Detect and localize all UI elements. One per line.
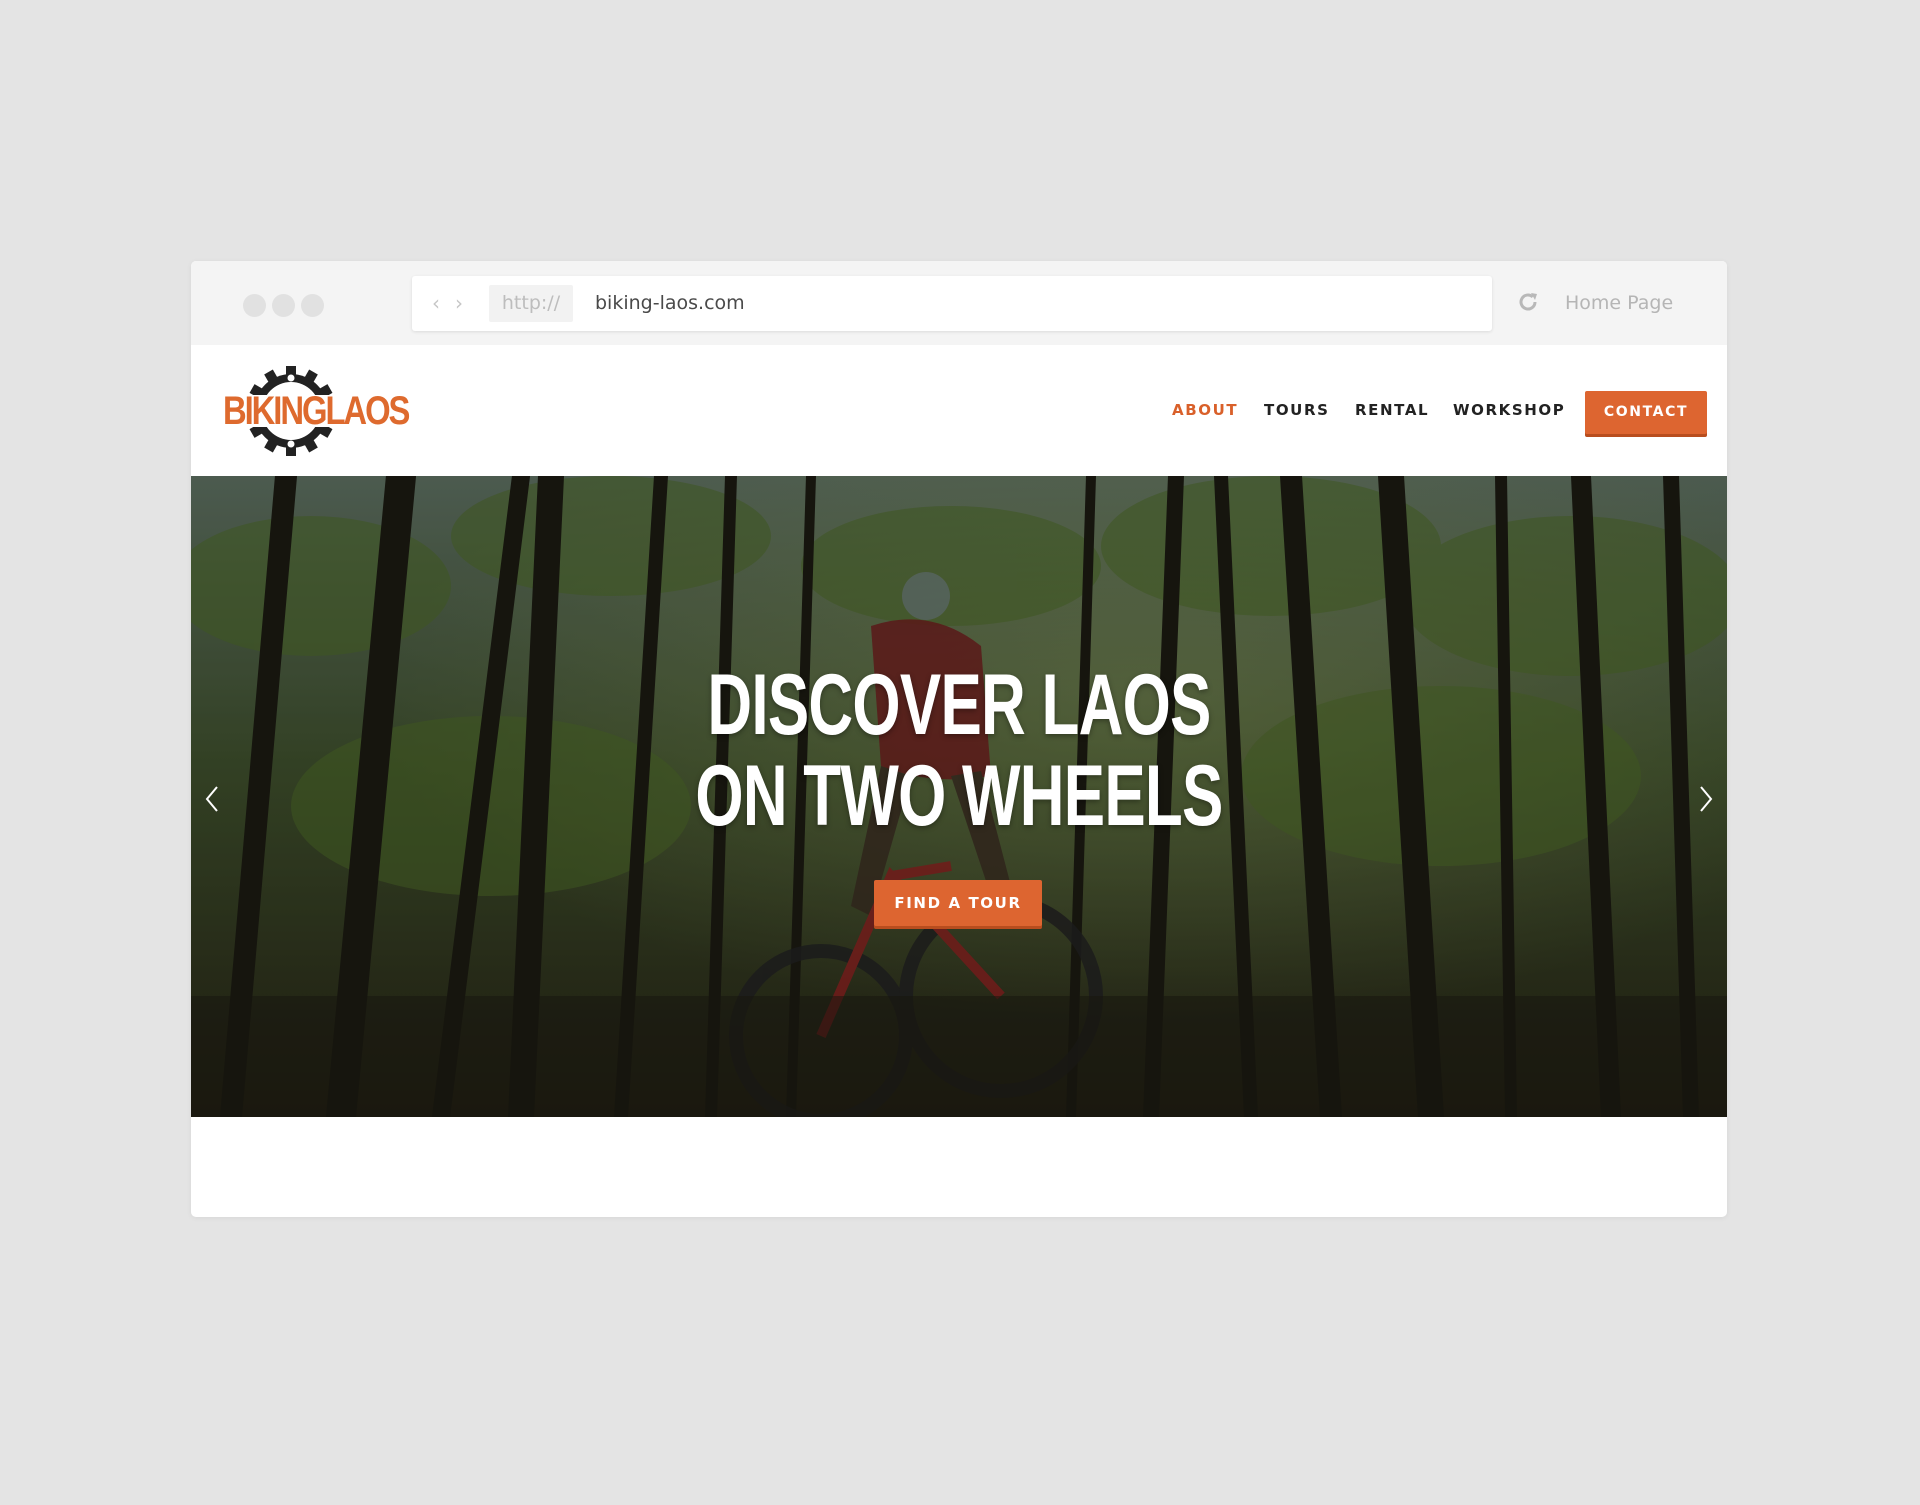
chevron-right-icon[interactable] [1695,782,1717,816]
back-arrow-icon[interactable]: ‹ [432,291,440,315]
find-a-tour-button[interactable]: FIND A TOUR [874,880,1042,926]
logo-wordmark: BIKINGLAOS [222,389,410,433]
url-text[interactable]: biking-laos.com [595,276,745,331]
nav-tours[interactable]: TOURS [1264,345,1330,476]
window-minimize-dot[interactable] [272,294,295,317]
home-page-link[interactable]: Home Page [1565,261,1673,345]
forward-arrow-icon[interactable]: › [455,291,463,315]
hero-headline: DISCOVER LAOS ON TWO WHEELS [406,660,1512,842]
hero-headline-line-1: DISCOVER LAOS [707,657,1211,753]
window-maximize-dot[interactable] [301,294,324,317]
nav-rental[interactable]: RENTAL [1355,345,1429,476]
hero-slider: DISCOVER LAOS ON TWO WHEELS FIND A TOUR [191,476,1727,1117]
site-logo[interactable]: BIKINGLAOS [208,366,410,456]
window-close-dot[interactable] [243,294,266,317]
url-protocol: http:// [489,285,573,322]
nav-workshop[interactable]: WORKSHOP [1453,345,1565,476]
contact-button[interactable]: CONTACT [1585,391,1707,434]
nav-about[interactable]: ABOUT [1172,345,1238,476]
chevron-left-icon[interactable] [201,782,223,816]
browser-toolbar: ‹ › http:// biking-laos.com Home Page [191,261,1727,345]
reload-icon[interactable] [1516,290,1540,314]
site-header: BIKINGLAOS ABOUT TOURS RENTAL WORKSHOP C… [191,345,1727,476]
address-bar[interactable]: ‹ › http:// biking-laos.com [412,276,1492,331]
browser-window: ‹ › http:// biking-laos.com Home Page BI… [191,261,1727,1217]
hero-headline-line-2: ON TWO WHEELS [695,748,1223,844]
